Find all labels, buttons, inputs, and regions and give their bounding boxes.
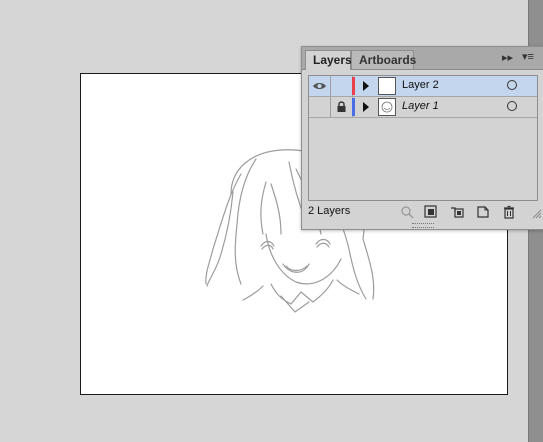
layers-panel: Layers Artboards ▸▸ ▾≡ Layer 2 Layer 1 2… <box>301 46 543 230</box>
row-divider <box>309 117 537 118</box>
layers-list: Layer 2 Layer 1 <box>308 75 538 201</box>
layer-row-layer-1[interactable]: Layer 1 <box>309 97 537 117</box>
panel-tabbar: Layers Artboards ▸▸ ▾≡ <box>302 47 543 70</box>
expand-triangle-icon[interactable] <box>363 81 369 91</box>
layer-row-layer-2[interactable]: Layer 2 <box>309 76 537 96</box>
tab-artboards[interactable]: Artboards <box>351 50 416 69</box>
lock-icon <box>337 101 346 112</box>
layer-name[interactable]: Layer 1 <box>402 100 439 112</box>
resize-grip-icon[interactable] <box>528 205 542 219</box>
layer-name[interactable]: Layer 2 <box>402 79 439 91</box>
lock-toggle[interactable] <box>331 97 353 117</box>
visibility-toggle[interactable] <box>309 97 331 117</box>
layer-count: 2 Layers <box>308 205 351 217</box>
new-layer-icon[interactable] <box>476 205 490 219</box>
trash-icon[interactable] <box>502 205 516 219</box>
target-circle-icon[interactable] <box>507 101 517 111</box>
create-sublayer-icon[interactable] <box>450 205 464 219</box>
panel-footer: 2 Layers <box>302 203 543 221</box>
eye-icon <box>313 83 326 89</box>
locate-object-icon[interactable] <box>400 205 414 219</box>
visibility-toggle[interactable] <box>309 76 331 96</box>
layer-thumbnail <box>378 77 396 95</box>
sketch-thumbnail-icon <box>381 101 393 113</box>
make-clipping-mask-icon[interactable] <box>424 205 438 219</box>
tab-layers[interactable]: Layers <box>305 50 352 70</box>
layer-color-indicator <box>352 98 355 116</box>
layer-thumbnail <box>378 98 396 116</box>
panel-resize-handle[interactable] <box>412 223 434 228</box>
lock-toggle[interactable] <box>331 76 353 96</box>
double-chevron-right-icon[interactable]: ▸▸ <box>502 51 513 64</box>
target-circle-icon[interactable] <box>507 80 517 90</box>
panel-menu-icon[interactable]: ▾≡ <box>522 50 534 63</box>
expand-triangle-icon[interactable] <box>363 102 369 112</box>
layer-color-indicator <box>352 77 355 95</box>
